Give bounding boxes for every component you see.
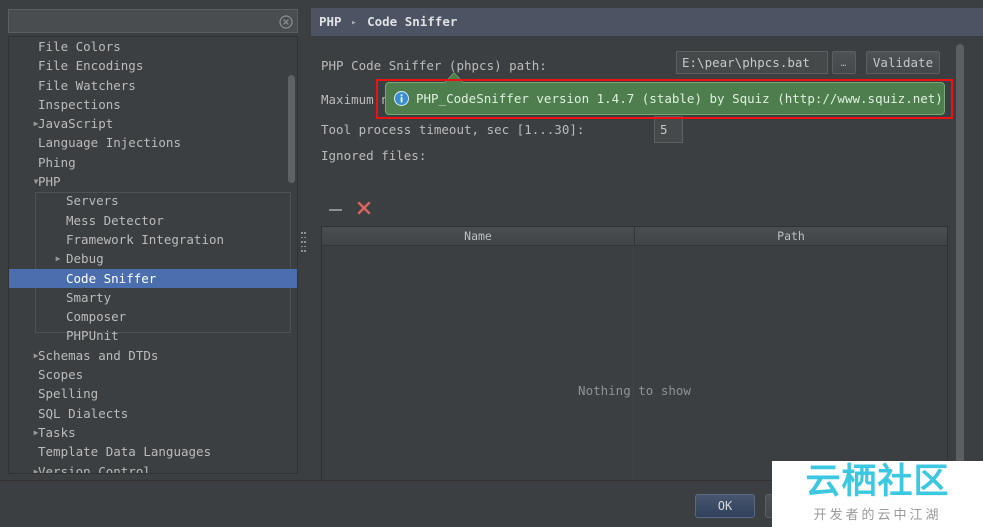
sidebar-item-label: PHPUnit [66, 328, 119, 344]
sidebar-item-debug[interactable]: ▶ Debug [9, 249, 297, 268]
sidebar-item-label: Version Control [38, 463, 151, 474]
sidebar-item-label: Language Injections [38, 135, 181, 151]
sidebar-item-schemas-and-dtds[interactable]: ▶ Schemas and DTDs [9, 346, 297, 365]
watermark-tagline: 开发者的云中江湖 [813, 508, 942, 523]
settings-detail-panel: PHP ▸ Code Sniffer PHP Code Sniffer (php… [306, 0, 983, 480]
ignored-files-label: Ignored files: [321, 148, 427, 163]
sidebar-item-scopes[interactable]: Scopes [9, 365, 297, 384]
table-column-header[interactable]: Name [322, 227, 634, 245]
sidebar-item-phing[interactable]: Phing [9, 153, 297, 172]
sidebar-item-label: File Encodings [38, 58, 144, 74]
sidebar-item-label: Servers [66, 193, 119, 209]
ignored-files-table[interactable]: Name Path Nothing to show [321, 226, 948, 480]
balloon-message: PHP_CodeSniffer version 1.4.7 (stable) b… [416, 91, 943, 106]
sidebar-item-label: JavaScript [38, 116, 114, 132]
settings-dialog: File Colors File Encodings File Watchers In… [0, 0, 983, 527]
grip-dot [301, 241, 303, 243]
sidebar-item-sql-dialects[interactable]: SQL Dialects [9, 404, 297, 423]
sidebar-scrollbar-thumb[interactable] [288, 75, 295, 183]
sidebar-item-inspections[interactable]: Inspections [9, 95, 297, 114]
settings-sidebar: File Colors File Encodings File Watchers In… [0, 0, 305, 480]
ok-button[interactable]: OK [695, 494, 755, 518]
sidebar-item-label: Schemas and DTDs [38, 347, 159, 363]
panel-scrollbar-track[interactable] [956, 36, 975, 480]
sidebar-item-smarty[interactable]: Smarty [9, 288, 297, 307]
sidebar-search [8, 9, 298, 33]
sidebar-item-language-injections[interactable]: Language Injections [9, 133, 297, 152]
sidebar-item-file-encodings[interactable]: File Encodings [9, 56, 297, 75]
chevron-right-icon[interactable]: ▶ [27, 346, 45, 365]
watermark: 云栖社区 开发者的云中江湖 [772, 461, 983, 527]
sidebar-item-version-control[interactable]: ▶ Version Control [9, 462, 297, 474]
ellipsis-icon: … [840, 59, 848, 69]
sidebar-item-file-colors[interactable]: File Colors [9, 37, 297, 56]
sidebar-item-label: File Colors [38, 39, 121, 54]
minus-icon[interactable] [329, 209, 342, 211]
sidebar-item-mess-detector[interactable]: Mess Detector [9, 211, 297, 230]
table-column-header[interactable]: Path [634, 227, 947, 245]
sidebar-item-label: Scopes [38, 367, 84, 383]
red-x-icon[interactable] [355, 199, 373, 217]
sidebar-item-label: Composer [66, 309, 127, 325]
sidebar-item-tasks[interactable]: ▶ Tasks [9, 423, 297, 442]
sidebar-item-php[interactable]: ▼ PHP [9, 172, 297, 191]
table-header-row: Name Path [322, 227, 947, 246]
splitter-grip-icon [301, 232, 306, 254]
validate-button[interactable]: Validate [866, 51, 940, 74]
sidebar-item-file-watchers[interactable]: File Watchers [9, 76, 297, 95]
breadcrumb-leaf: Code Sniffer [367, 14, 458, 29]
chevron-right-icon: ▸ [351, 18, 357, 28]
sidebar-item-spelling[interactable]: Spelling [9, 384, 297, 403]
sidebar-item-label: Mess Detector [66, 212, 164, 228]
panel-scrollbar-thumb[interactable] [956, 44, 964, 469]
sidebar-item-label: Inspections [38, 96, 121, 112]
tool-timeout-input[interactable] [654, 116, 683, 143]
grip-dot [301, 236, 303, 238]
sidebar-item-label: Phing [38, 154, 76, 170]
tool-timeout-label: Tool process timeout, sec [1...30]: [321, 122, 585, 137]
chevron-right-icon[interactable]: ▶ [27, 114, 45, 133]
sidebar-item-servers[interactable]: Servers [9, 191, 297, 210]
sidebar-item-label: Debug [66, 251, 104, 267]
phpcs-path-label: PHP Code Sniffer (phpcs) path: [321, 58, 547, 73]
sidebar-item-label: Spelling [38, 386, 99, 402]
chevron-right-icon[interactable]: ▶ [27, 423, 45, 442]
grip-dot [301, 245, 303, 247]
balloon-arrow [445, 73, 463, 83]
chevron-right-icon[interactable]: ▶ [27, 462, 45, 473]
chevron-down-icon[interactable]: ▼ [27, 172, 45, 191]
sidebar-item-javascript[interactable]: ▶ JavaScript [9, 114, 297, 133]
browse-button[interactable]: … [832, 51, 856, 74]
sidebar-item-label: SQL Dialects [38, 405, 129, 421]
chevron-right-icon[interactable]: ▶ [49, 249, 67, 268]
table-empty-message: Nothing to show [578, 383, 691, 398]
sidebar-item-label: Smarty [66, 289, 112, 305]
breadcrumb: PHP ▸ Code Sniffer [311, 8, 983, 36]
clear-circle-icon[interactable] [279, 14, 293, 29]
watermark-brand: 云栖社区 [805, 462, 950, 502]
sidebar-item-label: File Watchers [38, 77, 136, 93]
sidebar-item-framework-integration[interactable]: Framework Integration [9, 230, 297, 249]
grip-dot [301, 232, 303, 234]
info-icon [394, 91, 409, 106]
validation-result-balloon[interactable]: PHP_CodeSniffer version 1.4.7 (stable) b… [385, 82, 945, 115]
sidebar-item-label: Framework Integration [66, 231, 225, 247]
breadcrumb-root[interactable]: PHP [319, 14, 342, 29]
search-input[interactable] [8, 9, 298, 33]
sidebar-item-template-data-languages[interactable]: Template Data Languages [9, 442, 297, 461]
grip-dot [301, 250, 303, 252]
table-column-divider[interactable] [633, 246, 634, 480]
sidebar-item-composer[interactable]: Composer [9, 307, 297, 326]
settings-tree[interactable]: File Colors File Encodings File Watchers In… [8, 36, 298, 474]
sidebar-item-code-sniffer[interactable]: Code Sniffer [9, 268, 297, 288]
sidebar-item-label: Code Sniffer [66, 270, 157, 286]
sidebar-item-label: Template Data Languages [38, 444, 212, 460]
phpcs-path-input[interactable] [676, 51, 828, 74]
sidebar-item-phpunit[interactable]: PHPUnit [9, 326, 297, 345]
